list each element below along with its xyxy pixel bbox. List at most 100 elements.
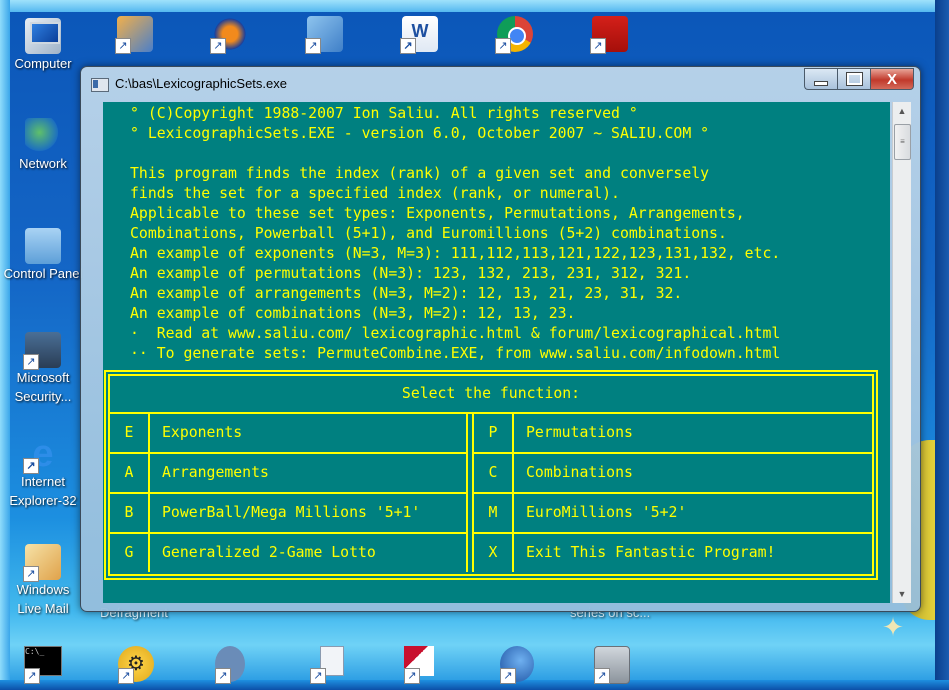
- menu-option-generalized-lotto[interactable]: G Generalized 2-Game Lotto: [110, 534, 466, 572]
- console-line: This program finds the index (rank) of a…: [130, 165, 710, 182]
- desktop-icon-document[interactable]: ↗: [310, 646, 346, 684]
- mail-icon: ↗: [23, 544, 61, 582]
- menu-label: Combinations: [526, 464, 633, 481]
- scroll-down-arrow-icon[interactable]: ▼: [893, 585, 911, 603]
- console-line: An example of permutations (N=3): 123, 1…: [130, 265, 692, 282]
- shortcut-arrow-icon: ↗: [400, 38, 416, 54]
- desktop-icon-chrome[interactable]: ↗: [475, 16, 555, 54]
- shortcut-arrow-icon: ↗: [23, 566, 39, 582]
- shortcut-arrow-icon: ↗: [118, 668, 134, 684]
- menu-title: Select the function:: [110, 376, 872, 414]
- function-menu-inner: Select the function: E Exponents A Arran…: [108, 374, 874, 576]
- minimize-button[interactable]: [804, 68, 837, 90]
- shortcut-arrow-icon: ↗: [215, 668, 231, 684]
- desktop-icon-adobe-reader[interactable]: ↗: [570, 16, 650, 54]
- menu-label: Exponents: [162, 424, 243, 441]
- menu-option-exit[interactable]: X Exit This Fantastic Program!: [474, 534, 874, 572]
- shortcut-arrow-icon: ↗: [23, 458, 39, 474]
- shortcut-arrow-icon: ↗: [210, 38, 226, 54]
- menu-option-permutations[interactable]: P Permutations: [474, 414, 874, 454]
- menu-label: EuroMillions '5+2': [526, 504, 687, 521]
- desktop-icon-control-panel[interactable]: Control Panel: [3, 228, 83, 284]
- console-output[interactable]: ° (C)Copyright 1988-2007 Ion Saliu. All …: [103, 102, 890, 603]
- desktop-icon-editor[interactable]: ↗: [404, 646, 440, 684]
- sparkle-icon: ✦: [882, 612, 904, 642]
- shortcut-arrow-icon: ↗: [115, 38, 131, 54]
- title-bar[interactable]: C:\bas\LexicographicSets.exe X: [81, 67, 920, 101]
- shortcut-arrow-icon: ↗: [594, 668, 610, 684]
- shortcut-arrow-icon: ↗: [23, 354, 39, 370]
- maximize-button[interactable]: [837, 68, 871, 90]
- chrome-icon: ↗: [495, 16, 533, 54]
- menu-key: M: [474, 494, 514, 532]
- shortcut-arrow-icon: ↗: [305, 38, 321, 54]
- shortcut-arrow-icon: ↗: [590, 38, 606, 54]
- console-app-icon: [91, 78, 109, 92]
- shortcut-arrow-icon: ↗: [24, 668, 40, 684]
- desktop-icon-app-2[interactable]: ↗: [215, 646, 251, 684]
- desktop-icon-media-maker[interactable]: ↗: [95, 16, 175, 54]
- desktop-icon-program[interactable]: ↗: [594, 646, 630, 684]
- console-line: An example of combinations (N=3, M=2): 1…: [130, 305, 576, 322]
- word-icon: W ↗: [400, 16, 438, 54]
- menu-key: A: [110, 454, 150, 492]
- close-button[interactable]: X: [871, 68, 914, 90]
- menu-option-exponents[interactable]: E Exponents: [110, 414, 466, 454]
- desktop-icon-mail[interactable]: ↗ Windows Live Mail: [3, 544, 83, 618]
- menu-key: B: [110, 494, 150, 532]
- menu-key: X: [474, 534, 514, 572]
- console-line: finds the set for a specified index (ran…: [130, 185, 620, 202]
- console-line: · Read at www.saliu.com/ lexicographic.h…: [130, 325, 781, 342]
- console-window[interactable]: C:\bas\LexicographicSets.exe X ° (C)Copy…: [80, 66, 921, 612]
- desktop-icon-settings[interactable]: ⚙ ↗: [118, 646, 154, 684]
- desktop-icon-network[interactable]: Network: [3, 118, 83, 174]
- control-panel-icon: [25, 228, 61, 264]
- menu-label: Permutations: [526, 424, 633, 441]
- menu-option-powerball[interactable]: B PowerBall/Mega Millions '5+1': [110, 494, 466, 534]
- vertical-scrollbar[interactable]: ▲ ≡ ▼: [892, 102, 911, 603]
- console-line: ° (C)Copyright 1988-2007 Ion Saliu. All …: [130, 105, 638, 122]
- menu-key: C: [474, 454, 514, 492]
- adobe-reader-icon: ↗: [590, 16, 628, 54]
- menu-option-combinations[interactable]: C Combinations: [474, 454, 874, 494]
- menu-key: E: [110, 414, 150, 452]
- desktop-icon-word[interactable]: W ↗: [380, 16, 460, 54]
- frame-right: [935, 0, 949, 690]
- function-menu: Select the function: E Exponents A Arran…: [104, 370, 878, 580]
- desktop-icon-browser[interactable]: ↗: [500, 646, 536, 684]
- shortcut-arrow-icon: ↗: [310, 668, 326, 684]
- shortcut-arrow-icon: ↗: [495, 38, 511, 54]
- menu-label: Arrangements: [162, 464, 269, 481]
- menu-label: PowerBall/Mega Millions '5+1': [162, 504, 421, 521]
- scroll-thumb[interactable]: ≡: [894, 124, 911, 160]
- menu-option-arrangements[interactable]: A Arrangements: [110, 454, 466, 494]
- menu-option-euromillions[interactable]: M EuroMillions '5+2': [474, 494, 874, 534]
- shortcut-arrow-icon: ↗: [404, 668, 420, 684]
- desktop-icon-app[interactable]: ↗: [285, 16, 365, 54]
- console-line: ·· To generate sets: PermuteCombine.EXE,…: [130, 345, 781, 362]
- console-line: An example of arrangements (N=3, M=2): 1…: [130, 285, 683, 302]
- menu-column-right: P Permutations C Combinations M EuroMill…: [472, 414, 874, 572]
- audacity-icon: ↗: [210, 16, 248, 54]
- maximize-icon: [845, 72, 863, 86]
- security-shield-icon: ↗: [23, 332, 61, 370]
- desktop-icon-audacity[interactable]: ↗: [190, 16, 270, 54]
- console-line: An example of exponents (N=3, M=3): 111,…: [130, 245, 781, 262]
- console-line: Combinations, Powerball (5+1), and Eurom…: [130, 225, 727, 242]
- internet-explorer-icon: e ↗: [23, 435, 61, 474]
- close-icon: X: [886, 70, 897, 88]
- network-icon: [25, 118, 61, 154]
- menu-key: P: [474, 414, 514, 452]
- console-line: Applicable to these set types: Exponents…: [130, 205, 745, 222]
- media-maker-icon: ↗: [115, 16, 153, 54]
- menu-label: Generalized 2-Game Lotto: [162, 544, 376, 561]
- shortcut-arrow-icon: ↗: [500, 668, 516, 684]
- desktop-icon-computer[interactable]: Computer: [3, 18, 83, 74]
- desktop-icon-command-prompt[interactable]: C:\_ ↗: [24, 646, 62, 684]
- frame-top: [0, 0, 949, 12]
- scroll-up-arrow-icon[interactable]: ▲: [893, 102, 911, 120]
- minimize-icon: [814, 80, 828, 86]
- desktop-icon-internet-explorer[interactable]: e ↗ Internet Explorer-32: [3, 435, 83, 510]
- desktop-icon-security[interactable]: ↗ Microsoft Security...: [3, 332, 83, 406]
- console-line: ° LexicographicSets.EXE - version 6.0, O…: [130, 125, 710, 142]
